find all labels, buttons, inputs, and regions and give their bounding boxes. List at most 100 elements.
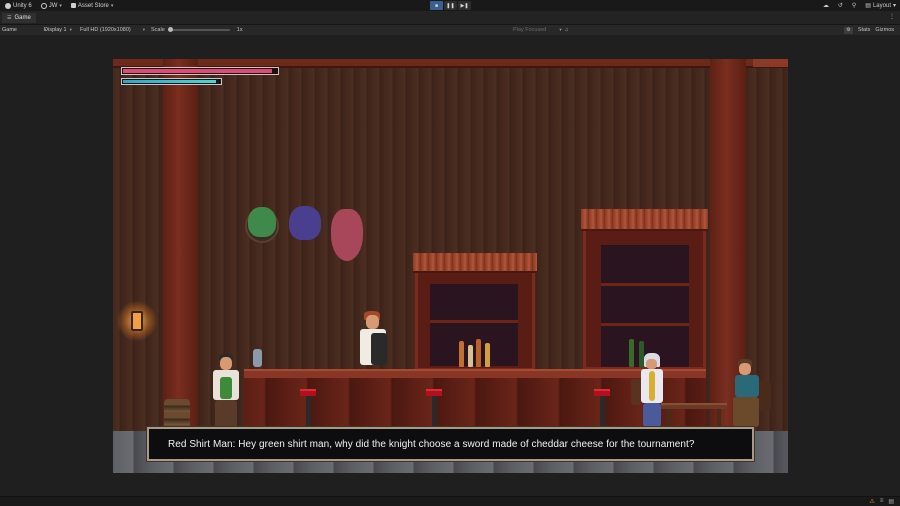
bar-counter-top	[244, 369, 706, 378]
scale-value: 1x	[236, 27, 243, 33]
bar-stool	[426, 389, 442, 431]
step-button[interactable]: ▶❚	[458, 1, 471, 10]
cloud-icon[interactable]: ☁	[823, 2, 829, 9]
pause-icon: ❚❚	[446, 2, 455, 9]
asset-store-dropdown[interactable]: Asset Store ▾	[70, 2, 114, 9]
liquor-cabinet	[583, 220, 706, 370]
history-icon[interactable]: ↺	[838, 2, 843, 9]
legs	[733, 397, 759, 427]
scale-label: Scale	[151, 27, 165, 33]
head	[220, 357, 232, 370]
green-beast-trophy	[248, 207, 276, 237]
dragon-head-trophy	[331, 209, 363, 261]
app-label: Unity 6	[13, 2, 32, 9]
tab-label: Game	[14, 15, 31, 21]
head	[646, 359, 657, 369]
notification-icon[interactable]: ▤	[888, 498, 894, 505]
cabinet-interior	[601, 245, 689, 367]
store-icon	[70, 3, 76, 8]
search-icon[interactable]: ⚲	[852, 2, 856, 9]
armor-trim	[649, 371, 655, 401]
chevron-down-icon: ▾	[69, 27, 72, 32]
play-button[interactable]: ■	[430, 1, 443, 10]
asset-store-label: Asset Store	[77, 2, 109, 9]
cabinet-crown	[413, 253, 537, 273]
ceiling-ornament	[753, 59, 788, 67]
scale-control: Scale 1x	[151, 26, 243, 34]
display-dropdown[interactable]: Display 1 ▾	[44, 26, 72, 34]
view-mode-label: Game	[2, 27, 17, 33]
chair	[631, 379, 641, 405]
chair	[759, 381, 771, 411]
bar-stool	[300, 389, 316, 431]
pause-button[interactable]: ❚❚	[444, 1, 457, 10]
chevron-down-icon: ▾	[110, 2, 114, 9]
vest	[371, 333, 387, 365]
bottle	[476, 339, 481, 367]
gizmos-toggle[interactable]: Gizmos	[875, 27, 894, 33]
stats-toggle[interactable]: Stats	[858, 27, 871, 33]
game-toolbar-right: ⚙ Stats Gizmos	[843, 26, 894, 34]
account-dropdown[interactable]: JW ▾	[40, 2, 62, 9]
dialog-box[interactable]: Red Shirt Man: Hey green shirt man, why …	[146, 426, 755, 462]
glass-jar	[253, 349, 262, 367]
cabinet-crown	[581, 209, 708, 231]
shirt	[220, 377, 232, 399]
game-view-toolbar: Game ▾ Display 1 ▾ Full HD (1920x1080) ▾…	[0, 25, 900, 35]
head	[366, 315, 379, 329]
shelf	[601, 283, 689, 286]
unity-menu-button[interactable]: Unity 6	[5, 2, 32, 9]
chevron-down-icon: ▾	[142, 27, 146, 32]
chevron-down-icon: ▾	[559, 27, 562, 32]
status-icons: ⚠ ≡ ▤	[869, 498, 894, 505]
play-mode-dropdown[interactable]: Play Focused ▾ ♫	[513, 26, 568, 34]
mana-bar-fill	[123, 80, 217, 83]
purple-beast-trophy	[289, 206, 321, 240]
scale-slider-handle[interactable]	[167, 27, 173, 32]
torso	[735, 375, 759, 397]
tab-game[interactable]: ☰ Game	[2, 13, 36, 23]
dialog-text: Red Shirt Man: Hey green shirt man, why …	[168, 438, 695, 450]
resolution-dropdown[interactable]: Full HD (1920x1080) ▾	[80, 26, 145, 34]
bottle	[468, 345, 473, 367]
frame-debugger-icon[interactable]: ⚙	[843, 26, 853, 34]
game-render[interactable]: Red Shirt Man: Hey green shirt man, why …	[113, 59, 788, 473]
cabinet-interior	[430, 284, 518, 366]
shelf	[601, 323, 689, 326]
legs	[643, 403, 661, 427]
window-tab-bar: ☰ Game ⋮	[0, 11, 900, 25]
play-controls: ■ ❚❚ ▶❚	[430, 1, 471, 10]
bar-stool	[594, 389, 610, 431]
account-label: JW	[48, 2, 58, 9]
game-viewport: Red Shirt Man: Hey green shirt man, why …	[0, 35, 900, 496]
mana-bar	[121, 78, 222, 85]
health-bar	[121, 67, 279, 75]
scale-slider[interactable]	[167, 27, 230, 32]
head	[739, 363, 751, 375]
warning-icon[interactable]: ⚠	[869, 498, 874, 505]
view-mode-dropdown[interactable]: Game ▾	[2, 26, 46, 34]
bottle	[459, 341, 464, 367]
step-icon: ▶❚	[460, 2, 469, 9]
layout-icon: ▤	[865, 3, 871, 9]
play-mode-label: Play Focused	[513, 27, 547, 33]
health-bar-fill	[123, 69, 273, 73]
tab-options-icon[interactable]: ⋮	[889, 13, 895, 20]
wall-lantern	[131, 311, 143, 331]
main-toolbar: Unity 6 JW ▾ Asset Store ▾ ■ ❚❚ ▶❚ ☁ ↺ ⚲…	[0, 0, 900, 11]
bottle	[629, 339, 634, 367]
account-icon	[40, 2, 47, 9]
audio-mute-icon[interactable]: ♫	[565, 27, 569, 33]
game-view-icon: ☰	[7, 15, 12, 21]
unity-logo-icon	[5, 2, 11, 9]
liquor-cabinet	[415, 263, 535, 371]
resolution-label: Full HD (1920x1080)	[80, 27, 131, 33]
status-bar: ⚠ ≡ ▤	[0, 496, 900, 506]
trash-icon[interactable]: ≡	[880, 498, 884, 505]
wooden-pillar	[163, 59, 198, 429]
layout-dropdown[interactable]: ▤ Layout ▾	[865, 2, 896, 10]
bottle	[485, 343, 490, 367]
display-label: Display 1	[44, 27, 67, 33]
toolbar-right: ☁ ↺ ⚲ ▤ Layout ▾	[823, 0, 896, 11]
chevron-down-icon: ▾	[59, 2, 62, 9]
